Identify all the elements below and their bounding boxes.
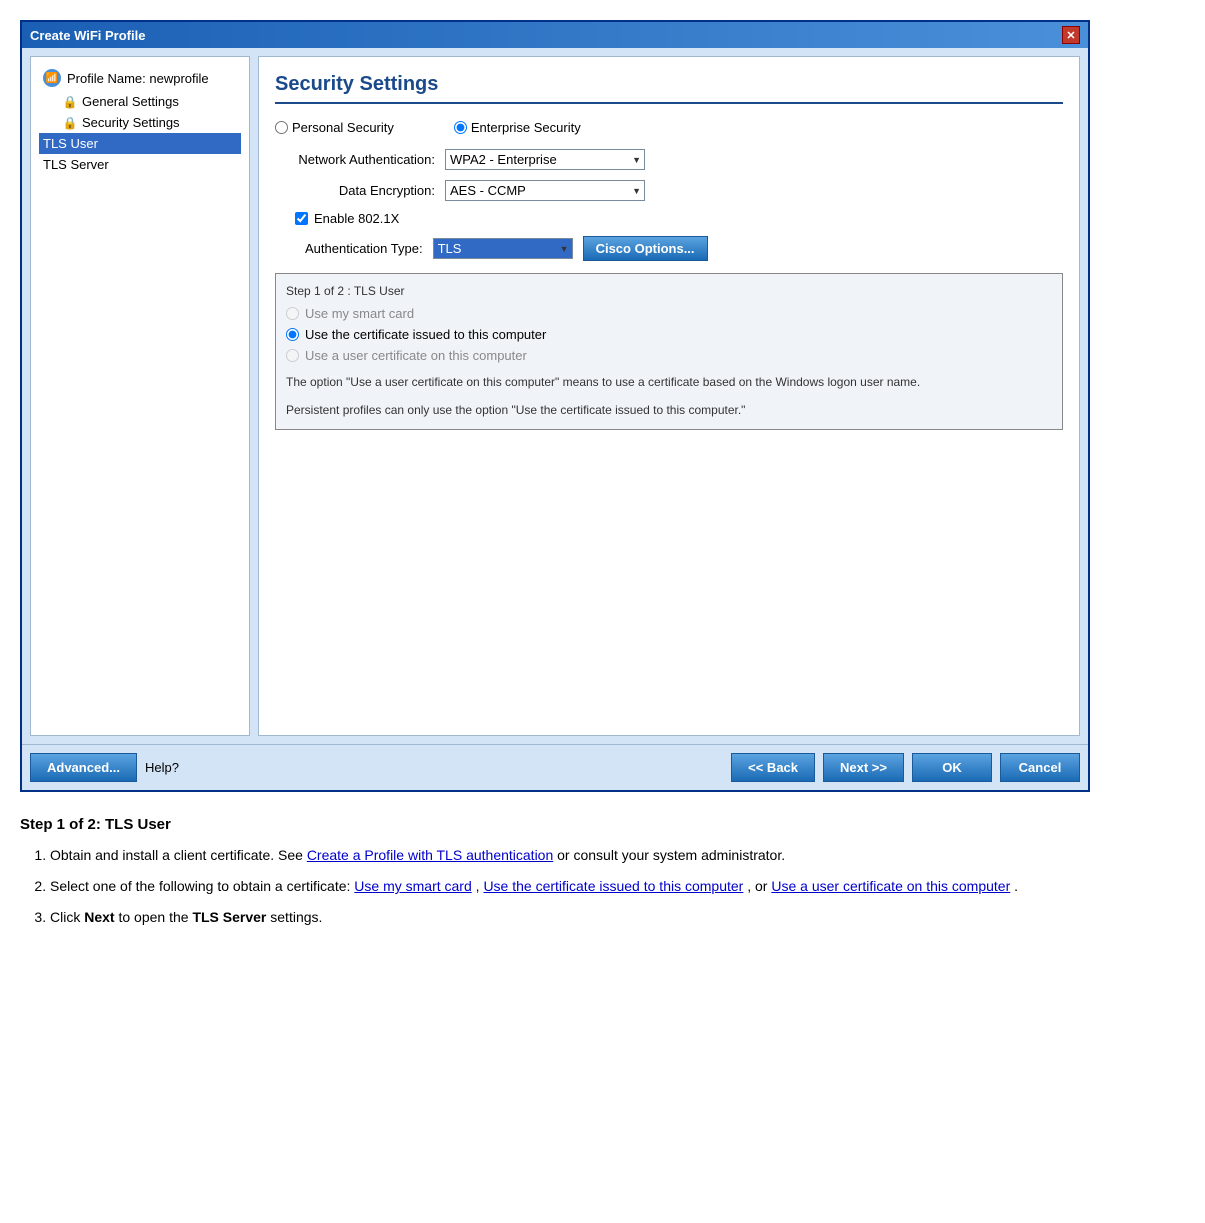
general-settings-label: General Settings [82,94,179,109]
item3-bold2: TLS Server [192,909,266,925]
below-list: Obtain and install a client certificate.… [20,843,1185,931]
sidebar-item-security-settings[interactable]: 🔒 Security Settings [39,112,241,133]
use-user-cert-row: Use a user certificate on this computer [286,348,1052,363]
item1-text-after: or consult your system administrator. [557,847,785,863]
enterprise-security-label[interactable]: Enterprise Security [454,120,581,135]
personal-security-radio[interactable] [275,121,288,134]
enable-8021x-label: Enable 802.1X [314,211,399,226]
advanced-button[interactable]: Advanced... [30,753,137,782]
section-title: Security Settings [275,73,1063,104]
auth-type-row: Authentication Type: TLS Cisco Options..… [275,236,1063,261]
use-smart-card-label: Use my smart card [305,306,414,321]
enterprise-security-radio[interactable] [454,121,467,134]
list-item: Select one of the following to obtain a … [50,874,1185,899]
help-button[interactable]: Help? [145,760,179,775]
list-item: Obtain and install a client certificate.… [50,843,1185,868]
item1-text-before: Obtain and install a client certificate.… [50,847,307,863]
network-auth-select[interactable]: WPA2 - Enterprise [445,149,645,170]
cancel-button[interactable]: Cancel [1000,753,1080,782]
item3-bold1: Next [84,909,114,925]
step-group: Step 1 of 2 : TLS User Use my smart card… [275,273,1063,430]
item3-text-after: settings. [270,909,322,925]
enable-8021x-row: Enable 802.1X [275,211,1063,226]
info-text-1: The option "Use a user certificate on th… [286,373,1052,391]
data-encryption-row: Data Encryption: AES - CCMP [275,180,1063,201]
auth-type-select-wrapper[interactable]: TLS [433,238,573,259]
footer-right: << Back Next >> OK Cancel [731,753,1080,782]
dialog-footer: Advanced... Help? << Back Next >> OK Can… [22,744,1088,790]
item3-text-before: Click [50,909,84,925]
item2-text-before: Select one of the following to obtain a … [50,878,354,894]
item3-text-middle: to open the [118,909,192,925]
dialog-window: Create WiFi Profile ✕ 📶 Profile Name: ne… [20,20,1090,792]
use-cert-computer-row: Use the certificate issued to this compu… [286,327,1052,342]
use-smart-card-radio[interactable] [286,307,299,320]
security-settings-label: Security Settings [82,115,180,130]
tls-server-label: TLS Server [43,157,109,172]
item2-link2[interactable]: Use the certificate issued to this compu… [483,878,743,894]
info-text-2: Persistent profiles can only use the opt… [286,401,1052,419]
network-auth-label: Network Authentication: [275,152,435,167]
wifi-icon: 📶 [43,69,61,87]
item2-link1[interactable]: Use my smart card [354,878,471,894]
use-user-cert-radio[interactable] [286,349,299,362]
item2-text-after: . [1014,878,1018,894]
below-title: Step 1 of 2: TLS User [20,816,1185,833]
use-user-cert-label: Use a user certificate on this computer [305,348,527,363]
ok-button[interactable]: OK [912,753,992,782]
profile-name-row: 📶 Profile Name: newprofile [39,65,241,91]
list-item: Click Next to open the TLS Server settin… [50,905,1185,930]
next-button[interactable]: Next >> [823,753,904,782]
data-encryption-select-wrapper[interactable]: AES - CCMP [445,180,645,201]
tls-user-label: TLS User [43,136,98,151]
right-panel: Security Settings Personal Security Ente… [258,56,1080,736]
sidebar-item-tls-server[interactable]: TLS Server [39,154,241,175]
footer-left: Advanced... Help? [30,753,179,782]
auth-type-select[interactable]: TLS [433,238,573,259]
left-panel: 📶 Profile Name: newprofile 🔒 General Set… [30,56,250,736]
dialog-title: Create WiFi Profile [30,28,145,43]
below-content: Step 1 of 2: TLS User Obtain and install… [20,816,1185,931]
data-encryption-select[interactable]: AES - CCMP [445,180,645,201]
lock-icon-general: 🔒 [63,95,77,109]
use-smart-card-row: Use my smart card [286,306,1052,321]
step-group-title: Step 1 of 2 : TLS User [286,284,1052,298]
lock-icon-security: 🔒 [63,116,77,130]
sidebar-item-general-settings[interactable]: 🔒 General Settings [39,91,241,112]
sidebar-item-tls-user[interactable]: TLS User [39,133,241,154]
data-encryption-label: Data Encryption: [275,183,435,198]
profile-name-label: Profile Name: newprofile [67,71,209,86]
enable-8021x-checkbox[interactable] [295,212,308,225]
use-cert-computer-label: Use the certificate issued to this compu… [305,327,546,342]
item1-link1[interactable]: Create a Profile with TLS authentication [307,847,553,863]
back-button[interactable]: << Back [731,753,815,782]
dialog-titlebar: Create WiFi Profile ✕ [22,22,1088,48]
security-type-row: Personal Security Enterprise Security [275,120,1063,135]
item2-text-middle2: , or [747,878,771,894]
cisco-options-button[interactable]: Cisco Options... [583,236,708,261]
dialog-body: 📶 Profile Name: newprofile 🔒 General Set… [22,48,1088,744]
personal-security-label[interactable]: Personal Security [275,120,394,135]
item2-link3[interactable]: Use a user certificate on this computer [771,878,1010,894]
auth-type-label: Authentication Type: [305,241,423,256]
use-cert-computer-radio[interactable] [286,328,299,341]
network-auth-row: Network Authentication: WPA2 - Enterpris… [275,149,1063,170]
close-button[interactable]: ✕ [1062,26,1080,44]
network-auth-select-wrapper[interactable]: WPA2 - Enterprise [445,149,645,170]
